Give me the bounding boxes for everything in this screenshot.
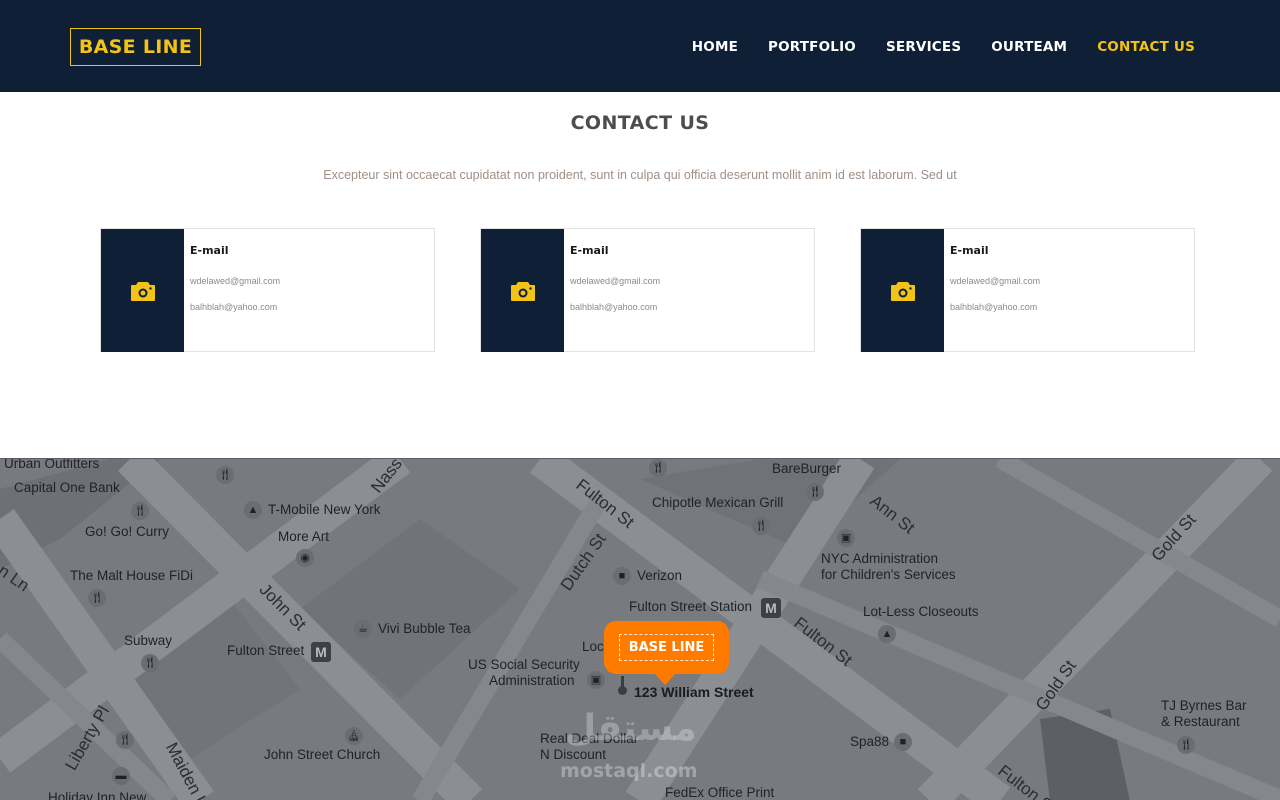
- map-place: for Children's Services: [821, 567, 956, 582]
- restaurant-icon: 🍴︎: [1177, 736, 1195, 754]
- map-marker-label: BASE LINE: [619, 634, 714, 661]
- map-place: BareBurger: [772, 461, 842, 476]
- map-place: Urban Outfitters: [4, 458, 100, 471]
- card-email-1[interactable]: wdelawed@gmail.com: [190, 276, 280, 286]
- camera-icon: [130, 281, 155, 301]
- contact-card: E-mail wdelawed@gmail.com balhblah@yahoo…: [860, 228, 1195, 352]
- camera-icon: [510, 281, 535, 301]
- card-icon-box: [481, 229, 564, 352]
- map-place: US Social Security: [468, 657, 580, 672]
- map-place: Capital One Bank: [14, 480, 120, 495]
- card-title: E-mail: [950, 244, 989, 257]
- card-email-1[interactable]: wdelawed@gmail.com: [570, 276, 660, 286]
- nav-home[interactable]: HOME: [692, 37, 738, 57]
- museum-icon: ◉: [296, 549, 314, 567]
- restaurant-icon: 🍴︎: [88, 589, 106, 607]
- card-icon-box: [101, 229, 184, 352]
- map-place: John Street Church: [264, 747, 381, 762]
- nav-portfolio[interactable]: PORTFOLIO: [768, 37, 856, 57]
- store-icon: ■: [894, 733, 912, 751]
- church-icon: ⛪︎: [345, 727, 363, 745]
- nav-ourteam[interactable]: OURTEAM: [991, 37, 1067, 57]
- watermark: mostaql.com: [560, 760, 698, 782]
- map-place: Holiday Inn New: [48, 790, 147, 800]
- card-email-2[interactable]: balhblah@yahoo.com: [950, 302, 1037, 312]
- nav-contact-us[interactable]: CONTACT US: [1097, 37, 1195, 57]
- main-nav: HOME PORTFOLIO SERVICES OURTEAM CONTACT …: [692, 37, 1195, 57]
- map-place: T-Mobile New York: [268, 502, 381, 517]
- card-title: E-mail: [190, 244, 229, 257]
- contact-card: E-mail wdelawed@gmail.com balhblah@yahoo…: [480, 228, 815, 352]
- card-icon-box: [861, 229, 944, 352]
- restaurant-icon: 🍴︎: [752, 517, 770, 535]
- shop-icon: ▲: [244, 501, 262, 519]
- government-icon: ▣: [587, 671, 605, 689]
- metro-icon: M: [761, 598, 781, 618]
- map-place: Fulton Street Station: [629, 599, 753, 614]
- store-icon: ■: [613, 567, 631, 585]
- map-place: NYC Administration: [821, 551, 939, 566]
- map-place: Loc: [582, 639, 604, 654]
- restaurant-icon: 🍴︎: [216, 466, 234, 484]
- map-place: Administration: [489, 673, 575, 688]
- map-place: Chipotle Mexican Grill: [652, 495, 784, 510]
- map-place: Lot-Less Closeouts: [863, 604, 979, 619]
- logo[interactable]: BASE LINE: [70, 28, 201, 66]
- map-place: Go! Go! Curry: [85, 524, 170, 539]
- cafe-icon: ☕︎: [354, 620, 372, 638]
- restaurant-icon: 🍴︎: [131, 502, 149, 520]
- section-subtitle: Excepteur sint occaecat cupidatat non pr…: [323, 168, 957, 182]
- card-email-2[interactable]: balhblah@yahoo.com: [570, 302, 657, 312]
- restaurant-icon: 🍴︎: [806, 483, 824, 501]
- contact-card: E-mail wdelawed@gmail.com balhblah@yahoo…: [100, 228, 435, 352]
- restaurant-icon: 🍴︎: [649, 459, 667, 477]
- map-place: & Restaurant: [1161, 714, 1240, 729]
- camera-icon: [890, 281, 915, 301]
- restaurant-icon: 🍴︎: [141, 654, 159, 672]
- shopping-icon: ▲: [878, 625, 896, 643]
- site-header: BASE LINE HOME PORTFOLIO SERVICES OURTEA…: [0, 0, 1280, 92]
- map-place: Spa88: [850, 734, 890, 749]
- restaurant-icon: 🍴︎: [116, 731, 134, 749]
- watermark-arabic: مستقل: [565, 708, 697, 749]
- map-address: 123 William Street: [634, 684, 754, 700]
- map-place: Fulton Street: [227, 643, 305, 658]
- nav-services[interactable]: SERVICES: [886, 37, 961, 57]
- metro-icon: M: [311, 642, 331, 662]
- map-place: FedEx Office Print: [665, 785, 775, 800]
- map-place: The Malt House FiDi: [70, 568, 194, 583]
- card-title: E-mail: [570, 244, 609, 257]
- map-place: Vivi Bubble Tea: [378, 621, 471, 636]
- government-icon: ▣: [837, 529, 855, 547]
- card-email-1[interactable]: wdelawed@gmail.com: [950, 276, 1040, 286]
- hotel-icon: ▬: [112, 767, 130, 785]
- card-email-2[interactable]: balhblah@yahoo.com: [190, 302, 277, 312]
- map-pin-dot: [618, 686, 627, 695]
- map-place: More Art: [278, 529, 330, 544]
- section-title: CONTACT US: [570, 112, 710, 134]
- map-place: Verizon: [637, 568, 683, 583]
- map-place: Subway: [124, 633, 173, 648]
- map-place: TJ Byrnes Bar: [1161, 698, 1247, 713]
